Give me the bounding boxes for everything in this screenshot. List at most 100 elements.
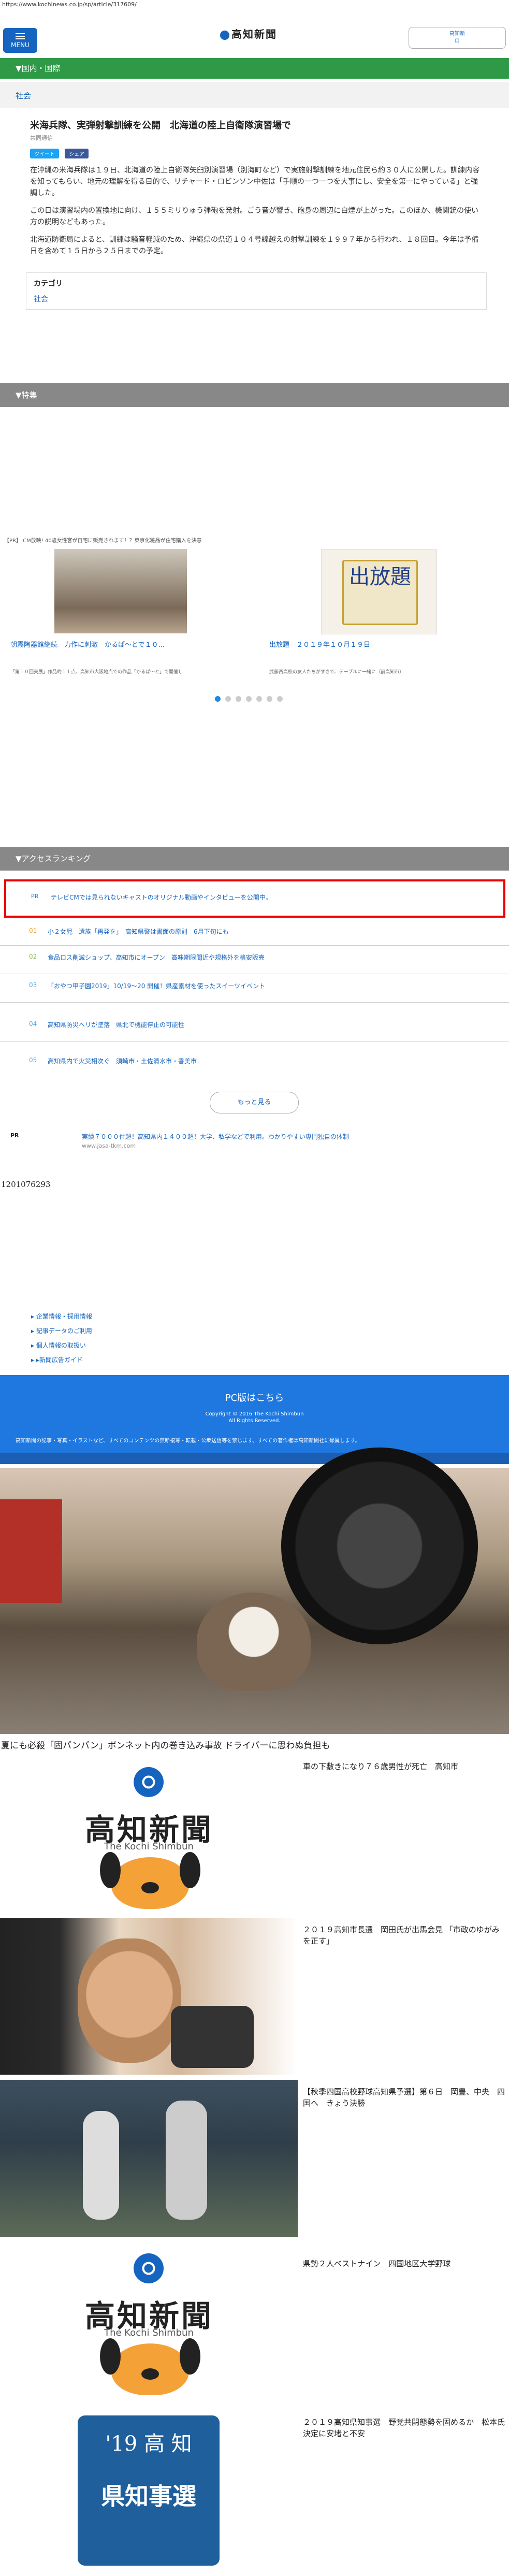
news-thumbnail-1[interactable]: 高知新聞 The Kochi Shimbun — [0, 1756, 298, 1913]
feature-image-1[interactable] — [54, 549, 187, 633]
logo-seal-icon — [134, 2253, 164, 2283]
ad-number: 1201076293 — [1, 1180, 51, 1189]
share-buttons: ツイート シェア — [30, 148, 483, 158]
ranking-pr-box[interactable]: PR テレビCMでは見られないキャストのオリジナル動画やインタビューを公開中。 — [4, 879, 505, 918]
feature-title-1[interactable]: 朝霧陶器館継続 力作に刺激 かるぱ～とで１０... — [10, 639, 165, 649]
news-title-4[interactable]: 県勢２人ベストナイン 四国地区大学野球 — [303, 2258, 505, 2269]
election-badge-year: '19 高 知 — [105, 2432, 192, 2456]
carousel-dot[interactable] — [246, 696, 252, 702]
ranking-pr-text: テレビCMでは見られないキャストのオリジナル動画やインタビューを公開中。 — [51, 894, 272, 901]
cat — [197, 1593, 311, 1691]
feature-section-bar: ▼特集 — [0, 383, 509, 407]
feature-title-2[interactable]: 出放題 ２０１９年１０月１９日 — [269, 639, 370, 649]
pr-ad[interactable]: PR 実績７０００件超！高知県内１４００超！大学、私学などで利用。わかりやすい専… — [0, 1127, 509, 1157]
category-heading: カテゴリ — [34, 280, 63, 288]
divider — [0, 945, 509, 946]
site-logo[interactable]: 高知新聞 — [220, 26, 290, 41]
logo-en: The Kochi Shimbun — [104, 1841, 194, 1852]
catcher — [166, 2101, 207, 2220]
rank-item-3[interactable]: 「おやつ甲子園2019」10/19～20 開催！県産素材を使ったスイーツイベント — [48, 981, 265, 990]
rank-number: 02 — [29, 953, 37, 960]
ranking-pr-label: PR — [31, 893, 39, 900]
hamburger-icon — [16, 33, 25, 39]
divider — [0, 1002, 509, 1003]
rank-item-2[interactable]: 食品ロス削減ショップ、高知市にオープン 賞味期限間近や規格外を格安販売 — [48, 953, 265, 962]
election-badge-title: 県知事選 — [101, 2482, 196, 2510]
rank-item-5[interactable]: 高知県内で火災相次ぐ 須崎市・土佐清水市・香美市 — [48, 1057, 197, 1065]
category-strip: 社会 — [0, 82, 509, 108]
more-button[interactable]: もっと見る — [210, 1092, 299, 1113]
pc-version-link[interactable]: PC版はこちら — [0, 1391, 509, 1404]
news-thumbnail-4[interactable]: 高知新聞 The Kochi Shimbun — [0, 2242, 298, 2399]
news-title-2[interactable]: ２０１９高知市長選 岡田氏が出馬会見 「市政のゆがみを正す」 — [303, 1924, 505, 1947]
batter — [83, 2111, 119, 2220]
dog-mascot-icon — [100, 1852, 200, 1909]
menu-button[interactable]: MENU — [3, 28, 37, 53]
carousel-dot[interactable] — [267, 696, 272, 702]
cat-photo[interactable] — [0, 1448, 509, 1734]
address-bar[interactable]: https://www.kochinews.co.jp/sp/article/3… — [2, 1, 137, 8]
rank-number: 04 — [29, 1020, 37, 1027]
microphones — [171, 2006, 254, 2068]
feature-desc-1: 「第１０回美展」作品約１１点、高知市大阪地点での作品「かるぱ～と」で開催し — [10, 670, 183, 675]
news-title-3[interactable]: 【秋季四国高校野球高知県予選】第６日 岡豊、中央 四国へ きょう決勝 — [303, 2086, 505, 2109]
category-link[interactable]: 社会 — [0, 82, 509, 109]
logo-en: The Kochi Shimbun — [104, 2327, 194, 2338]
blue-footer: PC版はこちら Copyright © 2016 The Kochi Shimb… — [0, 1375, 509, 1453]
carousel-dot[interactable] — [215, 696, 221, 702]
rank-number: 05 — [29, 1057, 37, 1064]
footer-link[interactable]: ▸ ▸新聞広告ガイド — [31, 1353, 92, 1367]
rank-item-1[interactable]: 小２女児 遺族「再発を」 高知県警は書面の原則 6月下旬にも — [48, 927, 229, 936]
article-paragraph-1: 在沖縄の米海兵隊は１９日、北海道の陸上自衛隊矢臼別演習場（別海町など）で実施射撃… — [30, 166, 479, 197]
article-source: 共同通信 — [30, 135, 53, 141]
footer-note: 高知新聞の記事・写真・イラストなど、すべてのコンテンツの無断複写・転載・公衆送信… — [16, 1438, 360, 1444]
carousel-dot[interactable] — [225, 696, 231, 702]
news-title-1[interactable]: 車の下敷きになり７６歳男性が死亡 高知市 — [303, 1761, 505, 1772]
copyright-2: All Rights Reserved. — [228, 1418, 281, 1424]
news-thumbnail-3[interactable] — [0, 2080, 298, 2237]
rank-item-4[interactable]: 高知県防災ヘリが墜落 県北で機能停止の可能性 — [48, 1020, 184, 1029]
facebook-share-button[interactable]: シェア — [65, 149, 89, 158]
news-thumbnail-2[interactable] — [0, 1918, 298, 2075]
dog-mascot-icon — [100, 2338, 200, 2395]
photo-story-title[interactable]: 夏にも必殺「固パンパン」ボンネット内の巻き込み事故 ドライバーに思わぬ負担も — [1, 1738, 330, 1751]
feature-stamp: 出放題 — [342, 560, 418, 625]
twitter-share-button[interactable]: ツイート — [30, 149, 59, 158]
section-bar-domestic: ▼国内・国際 — [0, 58, 509, 79]
footer-link[interactable]: ▸ 個人情報の取扱い — [31, 1338, 92, 1353]
news-title-5[interactable]: ２０１９高知県知事選 野党共闘態勢を固めるか 松本氏決定に安堵と不安 — [303, 2416, 505, 2439]
carousel-dot[interactable] — [236, 696, 241, 702]
menu-label: MENU — [11, 41, 30, 49]
category-value-link[interactable]: 社会 — [34, 294, 479, 304]
logo-text: 高知新聞 — [231, 28, 277, 40]
pr-ad-label: PR — [10, 1132, 19, 1139]
article-paragraph-2: この日は演習場内の置換地に向け、１５５ミリりゅう弾砲を発射。ごう音が響き、砲身の… — [30, 207, 479, 226]
pr-ad-link[interactable]: 実績７０００件超！高知県内１４００超！大学、私学などで利用。わかりやすい専門独自… — [82, 1132, 349, 1141]
logo-mark-icon — [220, 30, 229, 40]
top-bar: MENU 高知新聞 高知新 ロ — [0, 20, 509, 56]
election-badge: '19 高 知 県知事選 — [78, 2415, 220, 2566]
feature-image-2[interactable]: 出放題 — [321, 549, 437, 634]
footer-link[interactable]: ▸ 企業情報・採用情報 — [31, 1309, 92, 1324]
carousel-dot[interactable] — [277, 696, 283, 702]
footer-strip — [0, 1453, 509, 1464]
footer-links: ▸ 企業情報・採用情報 ▸ 記事データのご利用 ▸ 個人情報の取扱い ▸ ▸新聞… — [31, 1309, 92, 1367]
feature-desc-2: 武藤西高校の友人たちがすきで、テーブルに一緒に（前高知市） — [269, 670, 404, 675]
person-face — [78, 1938, 181, 2063]
footer-link[interactable]: ▸ 記事データのご利用 — [31, 1324, 92, 1338]
carousel-dot[interactable] — [256, 696, 262, 702]
tire — [281, 1448, 478, 1644]
feature-pr-line[interactable]: 【PR】 CM放映! 40歳女性客が自宅に販売されます！？東京化粧品が住宅購入を… — [4, 536, 509, 544]
ranking-section-bar: ▼アクセスランキング — [0, 847, 509, 871]
news-thumbnail-5[interactable]: '19 高 知 県知事選 — [0, 2413, 298, 2570]
copyright: Copyright © 2016 The Kochi Shimbun — [205, 1411, 304, 1417]
car-body — [0, 1499, 62, 1603]
login-button[interactable]: 高知新 ロ — [409, 27, 506, 49]
carousel-dots[interactable] — [215, 694, 287, 704]
pr-ad-site: www.jasa-tkm.com — [82, 1142, 136, 1149]
logo-seal-icon — [134, 1767, 164, 1797]
rank-number: 03 — [29, 981, 37, 989]
rank-number: 01 — [29, 927, 37, 934]
login-label-2: ロ — [455, 38, 460, 44]
category-box: カテゴリ 社会 — [26, 272, 487, 310]
